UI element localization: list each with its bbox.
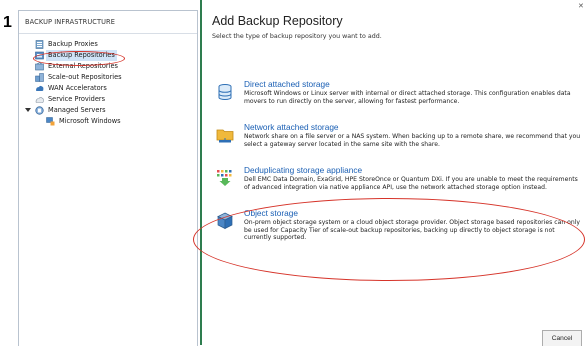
tree-item-managed-servers[interactable]: Managed Servers [19,105,197,116]
step-number: 1 [3,14,12,31]
tree-item-microsoft-windows[interactable]: Microsoft Windows [19,116,197,127]
close-icon[interactable]: ✕ [578,2,584,10]
option-description: Microsoft Windows or Linux server with i… [244,90,571,105]
left-pane-header: BACKUP INFRASTRUCTURE [19,11,197,34]
network-attached-storage-icon [216,126,234,144]
tree-item-label: Scale-out Repositories [48,73,122,81]
tree-item-wan-accelerators[interactable]: WAN Accelerators [19,83,197,94]
direct-attached-storage-icon [216,83,234,101]
deduplicating-storage-appliance-icon [216,169,234,187]
service-providers-icon [35,95,44,104]
option-title[interactable]: Deduplicating storage appliance [244,165,362,175]
microsoft-windows-icon [46,117,55,126]
chevron-down-icon[interactable] [25,108,31,112]
dialog-subtitle: Select the type of backup repository you… [212,33,382,40]
tree-item-label: Microsoft Windows [59,117,121,125]
wan-accelerators-icon [35,84,44,93]
tree-item-label: Backup Proxies [48,40,98,48]
dialog-title: Add Backup Repository [212,14,343,28]
tree-item-backup-proxies[interactable]: Backup Proxies [19,39,197,50]
backup-proxies-icon [35,40,44,49]
tree-item-service-providers[interactable]: Service Providers [19,94,197,105]
tree-item-scale-out-repositories[interactable]: Scale-out Repositories [19,72,197,83]
option-description: Network share on a file server or a NAS … [244,133,581,148]
tree-item-label: WAN Accelerators [48,84,107,92]
option-network-attached-storage[interactable]: Network attached storage Network share o… [216,122,580,152]
tree-item-label: Service Providers [48,95,106,103]
option-title[interactable]: Direct attached storage [244,79,330,89]
annotation-ellipse-object-storage [193,198,585,281]
tree-item-label: Managed Servers [48,106,106,114]
add-backup-repository-dialog: Add Backup Repository Select the type of… [202,0,585,345]
annotation-ellipse-backup-repositories [33,51,125,66]
managed-servers-icon [35,106,44,115]
option-description: Dell EMC Data Domain, ExaGrid, HPE Store… [244,176,578,191]
option-direct-attached-storage[interactable]: Direct attached storage Microsoft Window… [216,79,578,109]
option-title[interactable]: Network attached storage [244,122,339,132]
external-repositories-icon [35,62,44,71]
scale-out-repositories-icon [35,73,44,82]
option-deduplicating-storage-appliance[interactable]: Deduplicating storage appliance Dell EMC… [216,165,578,195]
cancel-button[interactable]: Cancel [542,330,582,346]
